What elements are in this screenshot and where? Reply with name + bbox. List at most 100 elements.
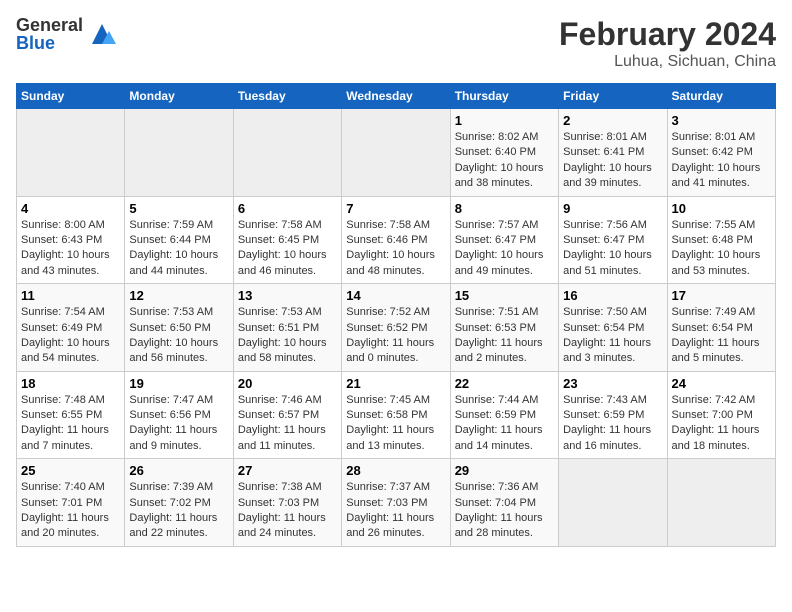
day-number: 17: [672, 288, 771, 303]
day-number: 11: [21, 288, 120, 303]
day-number: 25: [21, 463, 120, 478]
calendar-cell: 12 Sunrise: 7:53 AM Sunset: 6:50 PM Dayli…: [125, 284, 233, 372]
day-info: Sunrise: 7:38 AM Sunset: 7:03 PM Dayligh…: [238, 480, 337, 542]
calendar-cell: 27 Sunrise: 7:38 AM Sunset: 7:03 PM Dayli…: [233, 459, 341, 547]
week-row-4: 18 Sunrise: 7:48 AM Sunset: 6:55 PM Dayli…: [17, 371, 776, 459]
calendar-cell: 6 Sunrise: 7:58 AM Sunset: 6:45 PM Daylig…: [233, 196, 341, 284]
page-header: General Blue February 2024 Luhua, Sichua…: [16, 16, 776, 71]
calendar-cell: 9 Sunrise: 7:56 AM Sunset: 6:47 PM Daylig…: [559, 196, 667, 284]
day-info: Sunrise: 7:43 AM Sunset: 6:59 PM Dayligh…: [563, 393, 662, 455]
day-number: 29: [455, 463, 554, 478]
calendar-cell: 5 Sunrise: 7:59 AM Sunset: 6:44 PM Daylig…: [125, 196, 233, 284]
calendar-cell: 22 Sunrise: 7:44 AM Sunset: 6:59 PM Dayli…: [450, 371, 558, 459]
day-number: 14: [346, 288, 445, 303]
weekday-header-tuesday: Tuesday: [233, 84, 341, 109]
calendar-cell: 3 Sunrise: 8:01 AM Sunset: 6:42 PM Daylig…: [667, 109, 775, 197]
day-number: 2: [563, 113, 662, 128]
logo-general-text: General: [16, 16, 83, 34]
day-number: 18: [21, 376, 120, 391]
day-info: Sunrise: 7:53 AM Sunset: 6:51 PM Dayligh…: [238, 305, 337, 367]
calendar-title: February 2024: [559, 16, 776, 53]
day-number: 27: [238, 463, 337, 478]
day-number: 19: [129, 376, 228, 391]
calendar-cell: 21 Sunrise: 7:45 AM Sunset: 6:58 PM Dayli…: [342, 371, 450, 459]
weekday-header-saturday: Saturday: [667, 84, 775, 109]
day-info: Sunrise: 8:01 AM Sunset: 6:41 PM Dayligh…: [563, 130, 662, 192]
day-info: Sunrise: 7:51 AM Sunset: 6:53 PM Dayligh…: [455, 305, 554, 367]
calendar-cell: [125, 109, 233, 197]
day-info: Sunrise: 7:56 AM Sunset: 6:47 PM Dayligh…: [563, 218, 662, 280]
weekday-header-sunday: Sunday: [17, 84, 125, 109]
day-info: Sunrise: 7:54 AM Sunset: 6:49 PM Dayligh…: [21, 305, 120, 367]
week-row-1: 1Sunrise: 8:02 AM Sunset: 6:40 PM Daylig…: [17, 109, 776, 197]
calendar-cell: 8Sunrise: 7:57 AM Sunset: 6:47 PM Daylig…: [450, 196, 558, 284]
day-info: Sunrise: 7:58 AM Sunset: 6:46 PM Dayligh…: [346, 218, 445, 280]
day-info: Sunrise: 8:00 AM Sunset: 6:43 PM Dayligh…: [21, 218, 120, 280]
calendar-cell: 28 Sunrise: 7:37 AM Sunset: 7:03 PM Dayli…: [342, 459, 450, 547]
day-info: Sunrise: 7:45 AM Sunset: 6:58 PM Dayligh…: [346, 393, 445, 455]
week-row-3: 11 Sunrise: 7:54 AM Sunset: 6:49 PM Dayli…: [17, 284, 776, 372]
calendar-cell: 4 Sunrise: 8:00 AM Sunset: 6:43 PM Daylig…: [17, 196, 125, 284]
day-number: 23: [563, 376, 662, 391]
day-info: Sunrise: 7:52 AM Sunset: 6:52 PM Dayligh…: [346, 305, 445, 367]
weekday-header-wednesday: Wednesday: [342, 84, 450, 109]
day-number: 10: [672, 201, 771, 216]
day-info: Sunrise: 7:58 AM Sunset: 6:45 PM Dayligh…: [238, 218, 337, 280]
title-block: February 2024 Luhua, Sichuan, China: [559, 16, 776, 71]
day-info: Sunrise: 7:47 AM Sunset: 6:56 PM Dayligh…: [129, 393, 228, 455]
day-number: 22: [455, 376, 554, 391]
calendar-cell: 11 Sunrise: 7:54 AM Sunset: 6:49 PM Dayli…: [17, 284, 125, 372]
weekday-header-friday: Friday: [559, 84, 667, 109]
day-info: Sunrise: 7:40 AM Sunset: 7:01 PM Dayligh…: [21, 480, 120, 542]
weekday-header-thursday: Thursday: [450, 84, 558, 109]
calendar-cell: [667, 459, 775, 547]
calendar-cell: 16Sunrise: 7:50 AM Sunset: 6:54 PM Dayli…: [559, 284, 667, 372]
day-info: Sunrise: 7:42 AM Sunset: 7:00 PM Dayligh…: [672, 393, 771, 455]
weekday-header-row: SundayMondayTuesdayWednesdayThursdayFrid…: [17, 84, 776, 109]
day-number: 4: [21, 201, 120, 216]
day-info: Sunrise: 7:46 AM Sunset: 6:57 PM Dayligh…: [238, 393, 337, 455]
day-number: 24: [672, 376, 771, 391]
calendar-cell: 7Sunrise: 7:58 AM Sunset: 6:46 PM Daylig…: [342, 196, 450, 284]
day-info: Sunrise: 7:48 AM Sunset: 6:55 PM Dayligh…: [21, 393, 120, 455]
day-number: 26: [129, 463, 228, 478]
day-number: 6: [238, 201, 337, 216]
day-number: 28: [346, 463, 445, 478]
logo-icon: [87, 19, 117, 49]
calendar-cell: 13 Sunrise: 7:53 AM Sunset: 6:51 PM Dayli…: [233, 284, 341, 372]
calendar-cell: [559, 459, 667, 547]
day-number: 13: [238, 288, 337, 303]
calendar-cell: 2 Sunrise: 8:01 AM Sunset: 6:41 PM Daylig…: [559, 109, 667, 197]
calendar-table: SundayMondayTuesdayWednesdayThursdayFrid…: [16, 83, 776, 547]
day-info: Sunrise: 7:49 AM Sunset: 6:54 PM Dayligh…: [672, 305, 771, 367]
calendar-cell: 1Sunrise: 8:02 AM Sunset: 6:40 PM Daylig…: [450, 109, 558, 197]
calendar-subtitle: Luhua, Sichuan, China: [559, 53, 776, 71]
calendar-cell: 20Sunrise: 7:46 AM Sunset: 6:57 PM Dayli…: [233, 371, 341, 459]
day-info: Sunrise: 7:39 AM Sunset: 7:02 PM Dayligh…: [129, 480, 228, 542]
day-number: 15: [455, 288, 554, 303]
logo: General Blue: [16, 16, 117, 52]
calendar-cell: 29 Sunrise: 7:36 AM Sunset: 7:04 PM Dayli…: [450, 459, 558, 547]
day-number: 9: [563, 201, 662, 216]
day-number: 21: [346, 376, 445, 391]
day-info: Sunrise: 8:02 AM Sunset: 6:40 PM Dayligh…: [455, 130, 554, 192]
day-info: Sunrise: 7:55 AM Sunset: 6:48 PM Dayligh…: [672, 218, 771, 280]
weekday-header-monday: Monday: [125, 84, 233, 109]
calendar-cell: 26 Sunrise: 7:39 AM Sunset: 7:02 PM Dayli…: [125, 459, 233, 547]
calendar-cell: 23 Sunrise: 7:43 AM Sunset: 6:59 PM Dayli…: [559, 371, 667, 459]
day-info: Sunrise: 7:53 AM Sunset: 6:50 PM Dayligh…: [129, 305, 228, 367]
day-number: 12: [129, 288, 228, 303]
week-row-5: 25 Sunrise: 7:40 AM Sunset: 7:01 PM Dayli…: [17, 459, 776, 547]
day-info: Sunrise: 7:37 AM Sunset: 7:03 PM Dayligh…: [346, 480, 445, 542]
day-info: Sunrise: 7:59 AM Sunset: 6:44 PM Dayligh…: [129, 218, 228, 280]
calendar-cell: 18 Sunrise: 7:48 AM Sunset: 6:55 PM Dayli…: [17, 371, 125, 459]
day-number: 8: [455, 201, 554, 216]
day-number: 5: [129, 201, 228, 216]
day-number: 3: [672, 113, 771, 128]
calendar-cell: 24 Sunrise: 7:42 AM Sunset: 7:00 PM Dayli…: [667, 371, 775, 459]
day-info: Sunrise: 8:01 AM Sunset: 6:42 PM Dayligh…: [672, 130, 771, 192]
day-info: Sunrise: 7:36 AM Sunset: 7:04 PM Dayligh…: [455, 480, 554, 542]
calendar-cell: 15 Sunrise: 7:51 AM Sunset: 6:53 PM Dayli…: [450, 284, 558, 372]
day-info: Sunrise: 7:44 AM Sunset: 6:59 PM Dayligh…: [455, 393, 554, 455]
calendar-cell: [233, 109, 341, 197]
